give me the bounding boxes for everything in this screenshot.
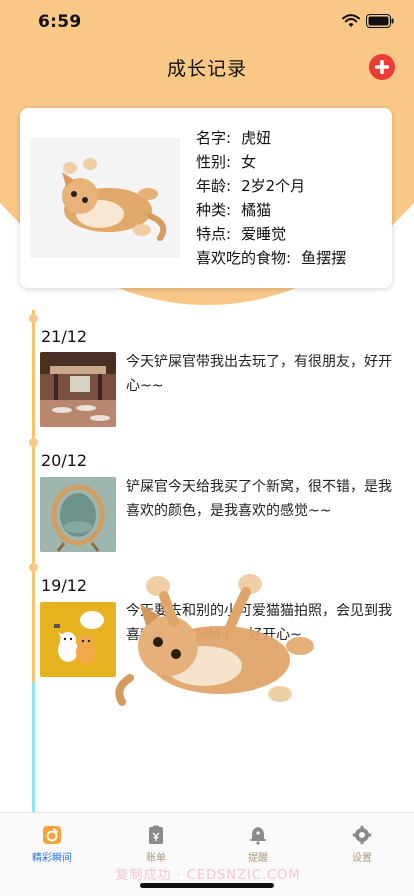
add-record-button[interactable]	[369, 54, 395, 80]
plus-circle-icon	[375, 60, 389, 74]
watermark-text: 复制成功 · CEDSNZIC.COM	[115, 868, 301, 883]
info-label: 喜欢吃的食物:	[196, 249, 292, 267]
timeline-line	[32, 310, 35, 682]
entry-text: 铲屎官今天给我买了个新窝，很不错，是我喜欢的颜色，是我喜欢的感觉~~	[126, 479, 392, 519]
screen: 6:59 成长记录 名字: 虎妞 性别: 女 年龄: 2岁2个月 种类: 橘猫 …	[0, 0, 414, 896]
info-row-trait: 特点: 爱睡觉	[196, 222, 346, 246]
tab-label: 设置	[352, 853, 372, 864]
info-row-food: 喜欢吃的食物: 鱼摆摆	[196, 246, 346, 270]
floating-kitten-sticker[interactable]	[100, 568, 320, 712]
status-bar: 6:59	[0, 0, 414, 44]
info-row-age: 年龄: 2岁2个月	[196, 174, 346, 198]
timeline-dot	[29, 438, 38, 447]
info-label: 年龄:	[196, 177, 232, 195]
kitten-photo	[30, 138, 180, 258]
timeline-dot	[29, 563, 38, 572]
tab-label: 精彩瞬间	[32, 853, 72, 864]
info-value: 爱睡觉	[241, 225, 287, 243]
bell-icon	[250, 827, 266, 845]
info-value: 女	[241, 153, 257, 171]
info-row-breed: 种类: 橘猫	[196, 198, 346, 222]
info-value: 橘猫	[241, 201, 272, 219]
info-row-gender: 性别: 女	[196, 150, 346, 174]
tab-moments[interactable]: 精彩瞬间	[0, 813, 104, 869]
tab-label: 提醒	[248, 853, 268, 864]
info-label: 名字:	[196, 129, 232, 147]
pet-profile-card[interactable]: 名字: 虎妞 性别: 女 年龄: 2岁2个月 种类: 橘猫 特点: 爱睡觉 喜欢吃的食物:…	[20, 108, 392, 288]
timeline-dot	[29, 314, 38, 323]
bill-icon	[149, 825, 163, 844]
restaurant-photo[interactable]	[40, 352, 116, 427]
pet-info-list: 名字: 虎妞 性别: 女 年龄: 2岁2个月 种类: 橘猫 特点: 爱睡觉 喜欢吃的食物:…	[196, 126, 346, 270]
battery-icon	[366, 14, 394, 28]
wifi-icon	[342, 14, 360, 27]
tab-label: 账单	[146, 853, 166, 864]
entry-date: 20/12	[41, 451, 88, 470]
page-title: 成长记录	[166, 58, 247, 80]
entry-date: 19/12	[41, 576, 88, 595]
cat-bed-photo[interactable]	[40, 477, 116, 552]
gear-icon	[352, 825, 372, 845]
status-time: 6:59	[38, 12, 82, 32]
info-label: 性别:	[196, 153, 232, 171]
home-indicator[interactable]	[140, 883, 274, 888]
entry-text: 今天铲屎官带我出去玩了，有很朋友，好开心~~	[126, 354, 392, 394]
info-value: 2岁2个月	[241, 177, 306, 195]
timeline-line-bottom	[32, 682, 35, 812]
info-label: 特点:	[196, 225, 232, 243]
tab-reminders[interactable]: 提醒	[206, 813, 310, 869]
info-label: 种类:	[196, 201, 232, 219]
info-row-name: 名字: 虎妞	[196, 126, 346, 150]
info-value: 虎妞	[241, 129, 272, 147]
tab-settings[interactable]: 设置	[310, 813, 414, 869]
entry-date: 21/12	[41, 327, 88, 346]
tab-bills[interactable]: 账单	[104, 813, 208, 869]
camera-badge-icon	[43, 826, 61, 844]
info-value: 鱼摆摆	[301, 249, 347, 267]
